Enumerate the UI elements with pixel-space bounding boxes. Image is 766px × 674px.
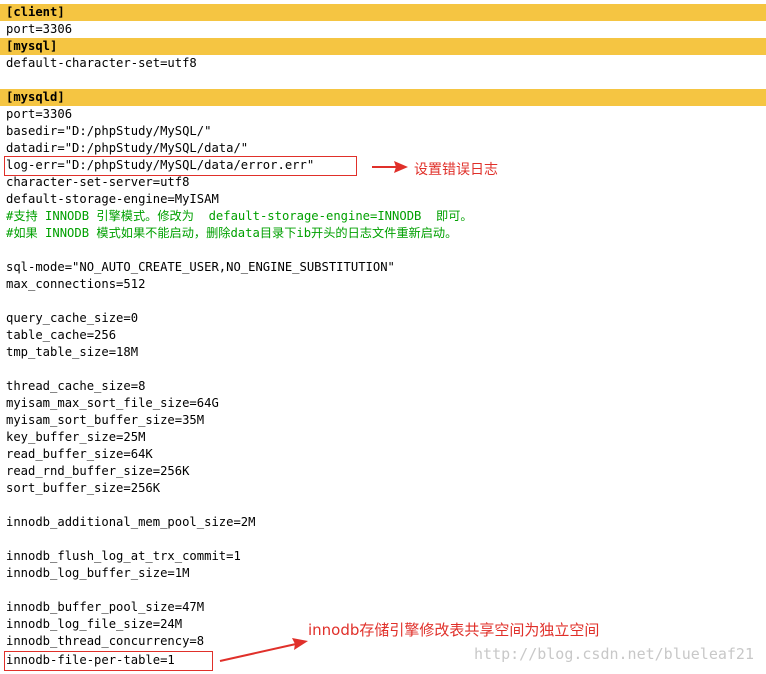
arrow-left-icon xyxy=(372,161,408,173)
innodb-annotation: innodb存储引擎修改表共享空间为独立空间 xyxy=(308,621,600,639)
config-line: thread_cache_size=8 xyxy=(6,379,146,393)
config-line: character-set-server=utf8 xyxy=(6,175,190,189)
config-line: default-character-set=utf8 xyxy=(6,56,197,70)
config-line: innodb_buffer_pool_size=47M xyxy=(6,600,205,614)
config-line: myisam_sort_buffer_size=35M xyxy=(6,413,205,427)
arrow-up-right-icon xyxy=(219,638,308,662)
comment-line: #如果 INNODB 模式如果不能启动，删除data目录下ib开头的日志文件重新… xyxy=(6,226,458,240)
config-line: sql-mode="NO_AUTO_CREATE_USER,NO_ENGINE_… xyxy=(6,260,395,274)
config-line: datadir="D:/phpStudy/MySQL/data/" xyxy=(6,141,249,155)
config-line: basedir="D:/phpStudy/MySQL/" xyxy=(6,124,212,138)
config-line: port=3306 xyxy=(6,22,73,36)
comment-line: #支持 INNODB 引擎模式。修改为 default-storage-engi… xyxy=(6,209,473,223)
config-line: query_cache_size=0 xyxy=(6,311,139,325)
config-line: tmp_table_size=18M xyxy=(6,345,139,359)
section-mysql: [mysql] xyxy=(0,38,766,55)
watermark: http://blog.csdn.net/blueleaf21 xyxy=(474,645,754,663)
config-line: read_rnd_buffer_size=256K xyxy=(6,464,190,478)
section-client: [client] xyxy=(0,4,766,21)
config-line: innodb_flush_log_at_trx_commit=1 xyxy=(6,549,241,563)
file-per-table-highlight-box xyxy=(4,651,213,671)
section-mysqld: [mysqld] xyxy=(0,89,766,106)
config-line: myisam_max_sort_file_size=64G xyxy=(6,396,219,410)
config-line: key_buffer_size=25M xyxy=(6,430,146,444)
config-line: read_buffer_size=64K xyxy=(6,447,153,461)
log-err-annotation: 设置错误日志 xyxy=(414,162,498,178)
config-line: default-storage-engine=MyISAM xyxy=(6,192,219,206)
config-line: innodb_log_buffer_size=1M xyxy=(6,566,190,580)
log-err-highlight-box xyxy=(4,156,357,176)
config-line: sort_buffer_size=256K xyxy=(6,481,161,495)
config-line: innodb_additional_mem_pool_size=2M xyxy=(6,515,256,529)
config-line: port=3306 xyxy=(6,107,73,121)
config-line: max_connections=512 xyxy=(6,277,146,291)
config-editor[interactable]: [client] port=3306 [mysql] default-chara… xyxy=(0,0,766,674)
config-line: table_cache=256 xyxy=(6,328,117,342)
